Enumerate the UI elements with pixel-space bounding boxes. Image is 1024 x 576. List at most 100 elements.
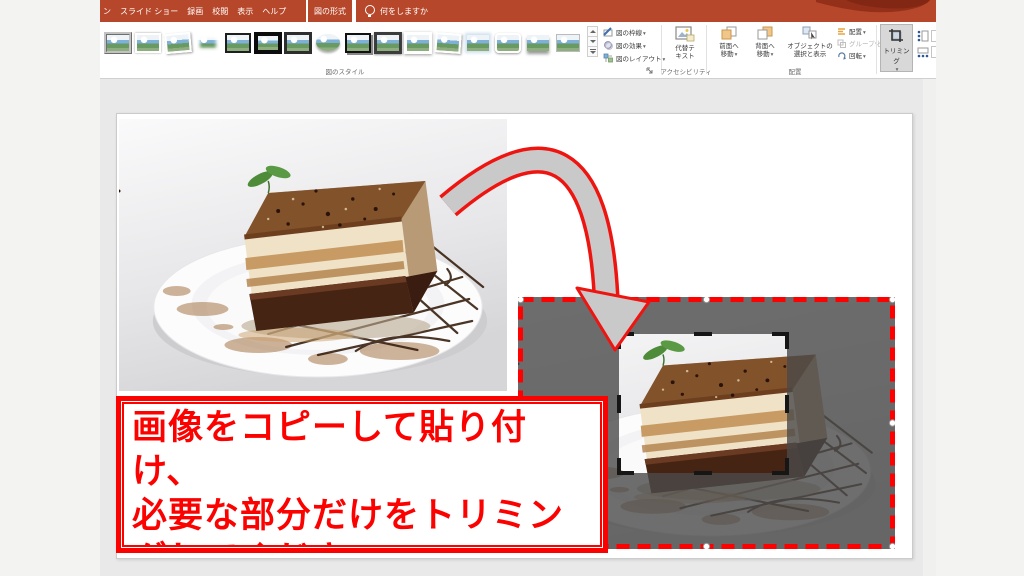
lightbulb-icon [365,5,375,15]
triangle-down-icon [590,40,596,43]
gallery-more-icon [590,49,596,54]
landscape-thumbnail-icon [434,32,461,54]
tab-strip: ンスライド ショー録画校閲表示ヘルプ [100,0,306,22]
picture-style-oval-shadow[interactable] [313,26,342,59]
crop-handle-left[interactable] [617,395,621,413]
picture-effects-button[interactable]: 図の効果 [603,38,665,51]
size-fields-partial [917,28,936,60]
picture-style-soft-edge[interactable] [193,26,222,59]
shape-height-icon [917,30,929,42]
bring-forward-icon [721,26,737,40]
landscape-thumbnail-icon [527,35,549,51]
landscape-thumbnail-icon [467,35,489,51]
width-input-edge [931,46,936,58]
picture-layout-label: 図のレイアウト [616,53,665,63]
landscape-thumbnail-icon [374,32,402,54]
picture-style-soft-glow[interactable] [463,26,492,59]
tell-me-search[interactable]: 何をしますか [356,0,936,22]
picture-effects-icon [603,40,613,50]
picture-tools-column: 図の枠線 図の効果 図のレイアウト [603,25,665,64]
send-backward-label2: 移動 [748,51,782,59]
align-icon [837,27,846,36]
group-label-picture-styles: 図のスタイル [300,66,390,76]
picture-border-label: 図の枠線 [616,27,646,37]
tab-3[interactable]: 校閲 [212,6,228,17]
picture-style-black-thin-frame[interactable] [223,26,252,59]
picture-style-snapshot-frame[interactable] [343,26,372,59]
landscape-thumbnail-icon [254,32,282,54]
note-line-3: グしてください。 [132,538,594,547]
alt-text-button[interactable]: 代替テ キスト [666,26,704,61]
picture-border-icon [603,27,613,37]
send-backward-button[interactable]: 背面へ 移動 [748,26,782,59]
slide-editing-area: 画像をコピーして貼り付け、 必要な部分だけをトリミン グしてください。 [100,79,936,576]
send-backward-label1: 背面へ [748,43,782,51]
tab-0[interactable]: ン [103,6,111,17]
picture-style-tilted-white-frame[interactable] [163,26,192,59]
rotate-button[interactable]: 回転 [837,49,885,61]
crop-handle-right[interactable] [785,395,789,413]
slide-canvas[interactable]: 画像をコピーして貼り付け、 必要な部分だけをトリミン グしてください。 [116,113,913,559]
landscape-thumbnail-icon [284,32,312,54]
landscape-thumbnail-icon [197,35,219,51]
crop-handle-bottom-left[interactable] [617,458,634,475]
dialog-launcher-icon[interactable] [646,67,654,75]
ribbon-tab-bar: ンスライド ショー録画校閲表示ヘルプ 図の形式 何をしますか [100,0,936,22]
bring-forward-button[interactable]: 前面へ 移動 [712,26,746,59]
original-cake-photo[interactable] [119,119,507,391]
bring-forward-label2: 移動 [712,51,746,59]
triangle-up-icon [590,30,596,33]
selection-pane-label2: 選択と表示 [784,51,836,59]
align-button[interactable]: 配置 [837,25,885,37]
crop-handle-bottom[interactable] [694,471,712,475]
picture-style-metal-frame[interactable] [103,26,132,59]
align-label: 配置 [849,26,866,36]
send-backward-icon [757,26,773,40]
crop-handle-top-right[interactable] [772,332,789,349]
alt-text-label-line1: 代替テ [666,45,704,53]
tab-4[interactable]: 表示 [237,6,253,17]
landscape-thumbnail-icon [345,33,371,53]
picture-layout-icon [603,53,613,63]
picture-effects-label: 図の効果 [616,40,646,50]
picture-style-simple-white-frame[interactable] [133,26,162,59]
crop-dropdown-arrow [881,66,912,73]
landscape-thumbnail-icon [164,31,192,53]
tab-5[interactable]: ヘルプ [262,6,286,17]
group-button[interactable]: グループ化 [837,37,885,49]
landscape-thumbnail-icon [556,34,580,52]
picture-style-dark-wide-frame[interactable] [373,26,402,59]
group-divider [706,25,707,74]
crop-window[interactable] [619,334,787,473]
shape-width-icon [917,46,929,58]
shape-width-field[interactable] [917,44,936,60]
crop-handle-top-left[interactable] [617,332,634,349]
gallery-more-button[interactable] [587,46,598,57]
picture-style-rounded-white-frame[interactable] [493,26,522,59]
picture-style-tilted-right-frame[interactable] [433,26,462,59]
crop-handle-bottom-right[interactable] [772,458,789,475]
landscape-thumbnail-icon [404,32,432,54]
tab-picture-format[interactable]: 図の形式 [308,0,352,22]
picture-style-plain-border[interactable] [553,26,582,59]
alt-text-label-line2: キスト [666,53,704,61]
picture-style-black-thick-frame[interactable] [253,26,282,59]
group-divider [876,25,877,74]
picture-border-button[interactable]: 図の枠線 [603,25,665,38]
crop-button[interactable]: トリミング [880,24,913,72]
tab-1[interactable]: スライド ショー [120,6,178,17]
picture-layout-button[interactable]: 図のレイアウト [603,51,665,64]
selection-pane-button[interactable]: オブジェクトの 選択と表示 [784,26,836,59]
picture-style-center-shadow[interactable] [523,26,552,59]
note-line-1: 画像をコピーして貼り付け、 [132,406,594,494]
vertical-scrollbar-track[interactable] [923,79,936,576]
shape-height-field[interactable] [917,28,936,44]
group-icon [837,39,846,48]
picture-style-white-large-frame[interactable] [403,26,432,59]
tab-label: 図の形式 [314,6,346,17]
tab-2[interactable]: 録画 [187,6,203,17]
group-label-arrange: 配置 [740,66,850,76]
ribbon-picture-format: 図の枠線 図の効果 図のレイアウト 図のスタイル [100,22,936,79]
picture-style-dark-frame[interactable] [283,26,312,59]
crop-handle-top[interactable] [694,332,712,336]
